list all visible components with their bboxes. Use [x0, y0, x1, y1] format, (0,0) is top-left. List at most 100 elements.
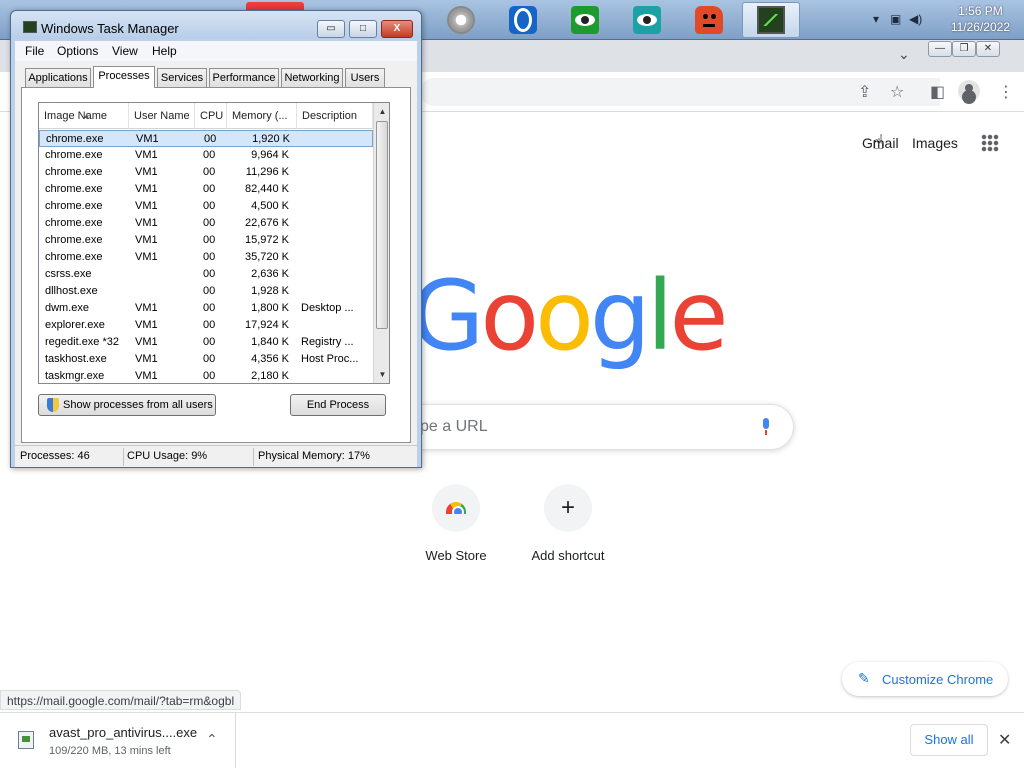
- menu-options[interactable]: Options: [57, 44, 98, 58]
- tab-search-icon[interactable]: ⌄: [898, 46, 910, 63]
- scroll-up-icon[interactable]: ▲: [374, 103, 389, 120]
- process-row[interactable]: csrss.exe 00 2,636 K: [39, 266, 373, 283]
- menu-help[interactable]: Help: [152, 44, 177, 58]
- bookmark-star-icon[interactable]: ☆: [890, 82, 904, 102]
- taskbar-app-opera-gx[interactable]: [432, 2, 490, 38]
- tab-networking[interactable]: Networking: [281, 68, 343, 87]
- column-description[interactable]: Description: [297, 103, 373, 129]
- clock[interactable]: 1:56 PM 11/26/2022: [951, 3, 1010, 35]
- vertical-scrollbar[interactable]: ▲ ▼: [373, 103, 389, 383]
- google-apps-icon[interactable]: [981, 134, 999, 152]
- process-row[interactable]: explorer.exe VM1 00 17,924 K: [39, 317, 373, 334]
- tab-performance[interactable]: Performance: [209, 68, 279, 87]
- process-row[interactable]: chrome.exe VM1 00 1,920 K: [39, 130, 373, 147]
- process-memory: 1,928 K: [251, 285, 289, 297]
- uac-shield-icon: [47, 398, 59, 412]
- download-item[interactable]: avast_pro_antivirus....exe 109/220 MB, 1…: [0, 713, 236, 768]
- hand-cursor-icon: ☝: [872, 132, 885, 154]
- taskbar-app-task-manager[interactable]: [742, 2, 800, 38]
- volume-icon[interactable]: ◀): [909, 12, 922, 26]
- microphone-icon[interactable]: [761, 418, 771, 435]
- profile-icon[interactable]: [958, 80, 980, 102]
- show-hidden-icon[interactable]: ▾: [873, 12, 879, 26]
- system-tray: ▾ ▣ ◀) 1:56 PM 11/26/2022: [864, 0, 1024, 40]
- process-user-name: VM1: [135, 370, 158, 382]
- processes-panel: ▲ Image Name User Name CPU Memory (... D…: [21, 87, 411, 443]
- menu-view[interactable]: View: [112, 44, 138, 58]
- process-user-name: VM1: [135, 336, 158, 348]
- process-memory: 4,356 K: [251, 353, 289, 365]
- process-row[interactable]: dllhost.exe 00 1,928 K: [39, 283, 373, 300]
- show-all-processes-button[interactable]: Show processes from all users: [38, 394, 216, 416]
- process-list-header: ▲ Image Name User Name CPU Memory (... D…: [39, 103, 373, 129]
- status-divider: [253, 448, 254, 466]
- process-row[interactable]: chrome.exe VM1 00 15,972 K: [39, 232, 373, 249]
- taskbar-app-opera[interactable]: [494, 2, 552, 38]
- process-row[interactable]: chrome.exe VM1 00 35,720 K: [39, 249, 373, 266]
- customize-chrome-button[interactable]: ✎ Customize Chrome: [842, 662, 1008, 696]
- process-row[interactable]: chrome.exe VM1 00 9,964 K: [39, 147, 373, 164]
- scroll-down-icon[interactable]: ▼: [374, 366, 389, 383]
- process-user-name: VM1: [135, 251, 158, 263]
- process-memory: 2,636 K: [251, 268, 289, 280]
- close-icon[interactable]: ✕: [998, 730, 1011, 750]
- download-progress: 109/220 MB, 13 mins left: [49, 745, 171, 757]
- search-box[interactable]: pe a URL: [420, 404, 794, 450]
- close-button[interactable]: X: [381, 20, 413, 38]
- share-icon[interactable]: ⇪: [858, 82, 871, 102]
- menu-icon[interactable]: ⋮: [998, 82, 1014, 102]
- end-process-button[interactable]: End Process: [290, 394, 386, 416]
- process-row[interactable]: taskmgr.exe VM1 00 2,180 K: [39, 368, 373, 383]
- process-row[interactable]: taskhost.exe VM1 00 4,356 K Host Proc...: [39, 351, 373, 368]
- images-link[interactable]: Images: [912, 135, 958, 151]
- chrome-minimize-button[interactable]: —: [928, 41, 952, 57]
- chrome-close-button[interactable]: ✕: [976, 41, 1000, 57]
- process-row[interactable]: dwm.exe VM1 00 1,800 K Desktop ...: [39, 300, 373, 317]
- menu-file[interactable]: File: [25, 44, 44, 58]
- tab-processes[interactable]: Processes: [93, 66, 155, 88]
- task-manager-titlebar[interactable]: Windows Task Manager ▭ □ X: [11, 11, 421, 39]
- process-row[interactable]: chrome.exe VM1 00 82,440 K: [39, 181, 373, 198]
- status-processes: Processes: 46: [20, 450, 90, 462]
- shortcut-web-store[interactable]: Web Store: [400, 484, 512, 574]
- column-image-name[interactable]: ▲ Image Name: [39, 103, 129, 129]
- shortcut-label: Web Store: [425, 548, 487, 563]
- process-list[interactable]: ▲ Image Name User Name CPU Memory (... D…: [38, 102, 390, 384]
- status-divider: [123, 448, 124, 466]
- process-row[interactable]: chrome.exe VM1 00 22,676 K: [39, 215, 373, 232]
- shortcut-add[interactable]: + Add shortcut: [512, 484, 624, 574]
- pencil-icon: ✎: [858, 670, 870, 686]
- process-image-name: chrome.exe: [45, 251, 103, 263]
- process-row[interactable]: chrome.exe VM1 00 11,296 K: [39, 164, 373, 181]
- process-user-name: VM1: [135, 234, 158, 246]
- chrome-restore-button[interactable]: ❐: [952, 41, 976, 57]
- process-memory: 1,800 K: [251, 302, 289, 314]
- maximize-button[interactable]: □: [349, 20, 377, 38]
- plus-icon: +: [560, 494, 575, 521]
- tab-users[interactable]: Users: [345, 68, 385, 87]
- network-icon[interactable]: ▣: [890, 12, 901, 26]
- tab-applications[interactable]: Applications: [25, 68, 91, 87]
- column-user-name[interactable]: User Name: [129, 103, 195, 129]
- show-all-button[interactable]: Show all: [910, 724, 988, 756]
- taskbar-app-eye-green[interactable]: [556, 2, 614, 38]
- taskbar-app-eye-teal[interactable]: [618, 2, 676, 38]
- column-cpu[interactable]: CPU: [195, 103, 227, 129]
- process-row[interactable]: regedit.exe *32 VM1 00 1,840 K Registry ...: [39, 334, 373, 351]
- opera-icon: [509, 6, 537, 34]
- process-user-name: VM1: [135, 149, 158, 161]
- shortcut-label: Add shortcut: [531, 548, 605, 563]
- chevron-up-icon[interactable]: ⌃: [206, 731, 218, 748]
- process-image-name: chrome.exe: [45, 166, 103, 178]
- process-user-name: VM1: [135, 353, 158, 365]
- tab-services[interactable]: Services: [157, 68, 207, 87]
- side-panel-icon[interactable]: ◧: [930, 82, 945, 102]
- column-memory[interactable]: Memory (...: [227, 103, 297, 129]
- taskbar-app-face[interactable]: [680, 2, 738, 38]
- logo-letter: o: [480, 260, 539, 372]
- clock-time: 1:56 PM: [958, 4, 1003, 18]
- minimize-button[interactable]: ▭: [317, 20, 345, 38]
- scroll-thumb[interactable]: [376, 121, 388, 329]
- status-bar: Processes: 46 CPU Usage: 9% Physical Mem…: [15, 445, 417, 467]
- process-row[interactable]: chrome.exe VM1 00 4,500 K: [39, 198, 373, 215]
